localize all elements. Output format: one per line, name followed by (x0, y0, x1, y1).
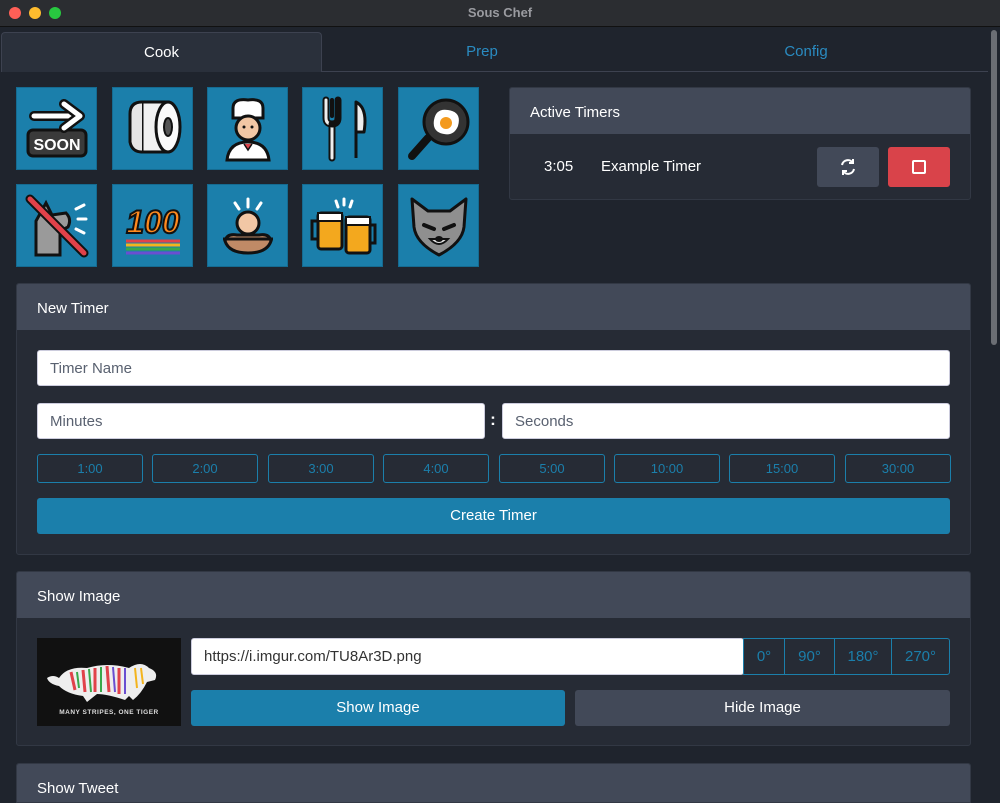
time-separator: : (490, 410, 496, 429)
soon-arrow-icon: SOON (26, 98, 87, 157)
image-preview: MANY STRIPES, ONE TIGER (37, 638, 181, 726)
person-in-bath-icon (222, 197, 273, 255)
emoji-button-cooking[interactable] (398, 87, 479, 170)
active-timers-title: Active Timers (510, 88, 970, 134)
preset-button-15-00[interactable]: 15:00 (729, 454, 835, 483)
emoji-button-toilet-paper[interactable] (112, 87, 193, 170)
rotate-0-button[interactable]: 0° (743, 638, 785, 675)
emoji-button-beers[interactable] (302, 184, 383, 267)
timer-time: 3:05 (544, 158, 574, 175)
rotate-180-button[interactable]: 180° (834, 638, 892, 675)
timer-name: Example Timer (601, 158, 702, 175)
preset-button-2-00[interactable]: 2:00 (152, 454, 258, 483)
minutes-input[interactable] (37, 403, 485, 439)
preset-button-30-00[interactable]: 30:00 (845, 454, 951, 483)
preset-button-5-00[interactable]: 5:00 (499, 454, 605, 483)
active-timers-panel: Active Timers 3:05 Example Timer (509, 87, 971, 200)
preset-button-3-00[interactable]: 3:00 (268, 454, 374, 483)
rainbow-100-icon: 100 (125, 203, 180, 254)
image-url-input[interactable] (191, 638, 744, 675)
emoji-button-wolf[interactable] (398, 184, 479, 267)
stop-icon (912, 160, 926, 174)
timer-name-input[interactable] (37, 350, 950, 386)
preset-button-1-00[interactable]: 1:00 (37, 454, 143, 483)
scrollbar-thumb[interactable] (991, 30, 997, 345)
stop-timer-button[interactable] (888, 147, 950, 187)
show-tweet-title: Show Tweet (17, 764, 970, 802)
show-image-button[interactable]: Show Image (191, 690, 565, 726)
rotate-270-button[interactable]: 270° (891, 638, 950, 675)
tab-config[interactable]: Config (642, 32, 970, 72)
cooking-pan-egg-icon (407, 98, 469, 160)
emoji-button-soon[interactable]: SOON (16, 87, 97, 170)
scrollbar[interactable] (988, 27, 1000, 797)
fork-and-knife-icon (322, 96, 366, 161)
emoji-button-100[interactable]: 100 (112, 184, 193, 267)
emoji-button-bath[interactable] (207, 184, 288, 267)
emoji-button-cook[interactable] (207, 87, 288, 170)
svg-text:SOON: SOON (33, 137, 80, 154)
window-title: Sous Chef (467, 5, 533, 20)
restart-timer-button[interactable] (817, 147, 879, 187)
svg-text:100: 100 (126, 204, 180, 240)
hide-image-button[interactable]: Hide Image (575, 690, 950, 726)
window-titlebar: Sous Chef (0, 0, 1000, 27)
tab-bar: Cook Prep Config (1, 32, 988, 72)
clinking-beer-mugs-icon (310, 197, 376, 254)
preset-button-4-00[interactable]: 4:00 (383, 454, 489, 483)
tab-cook[interactable]: Cook (1, 32, 322, 72)
emoji-button-no-howl[interactable] (16, 184, 97, 267)
preset-button-10-00[interactable]: 10:00 (614, 454, 720, 483)
toilet-paper-icon (128, 100, 181, 153)
refresh-icon (841, 159, 855, 175)
tab-prep[interactable]: Prep (322, 32, 642, 72)
seconds-input[interactable] (502, 403, 950, 439)
emoji-button-fork-knife[interactable] (302, 87, 383, 170)
rotate-90-button[interactable]: 90° (784, 638, 835, 675)
cook-icon (224, 97, 271, 161)
show-tweet-panel: Show Tweet (16, 763, 971, 803)
create-timer-button[interactable]: Create Timer (37, 498, 950, 534)
image-caption: MANY STRIPES, ONE TIGER (59, 709, 159, 716)
no-wolf-howl-icon (25, 194, 88, 257)
show-image-title: Show Image (17, 572, 970, 618)
new-timer-title: New Timer (17, 284, 970, 330)
wolf-face-icon (410, 197, 467, 256)
timer-row: 3:05 Example Timer (510, 134, 970, 199)
